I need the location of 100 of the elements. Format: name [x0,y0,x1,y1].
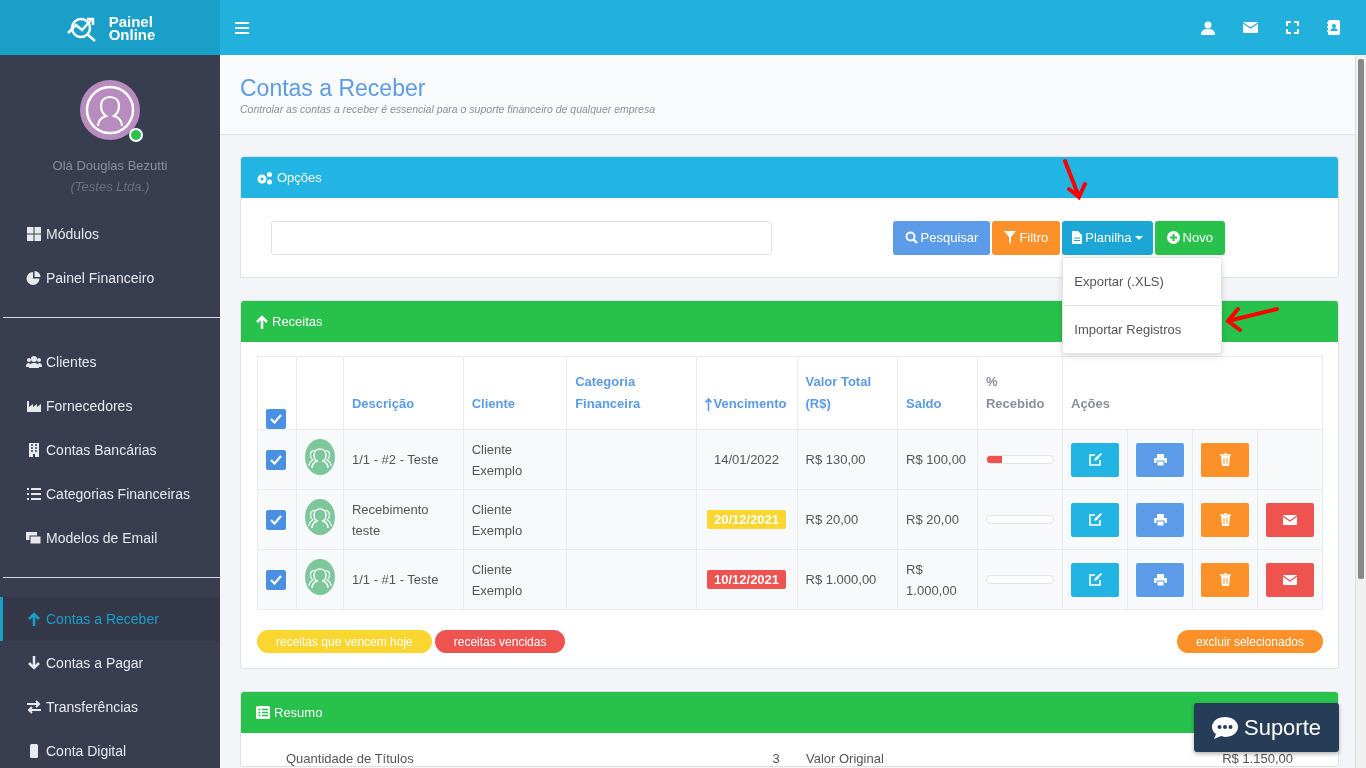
sidebar-item[interactable]: Modelos de Email [0,516,220,560]
search-icon [904,231,918,244]
users-icon [26,355,42,369]
list-icon [256,706,270,719]
envelope-icon[interactable] [1243,22,1258,33]
edit-button[interactable] [1071,442,1119,477]
caret-icon [1134,235,1143,240]
client-avatar-icon [304,558,335,595]
address-book-icon[interactable] [1327,20,1340,35]
client-avatar-icon [304,498,335,535]
filter-icon [1004,231,1017,244]
sidebar-item[interactable]: Conta Digital [0,729,220,768]
envelopes-icon [26,531,42,545]
sidebar-item[interactable]: Painel Financeiro [0,256,220,300]
printer-icon [1153,513,1167,526]
sidebar-item[interactable]: Fornecedores [0,384,220,428]
list-icon [26,487,42,501]
table-cell: R$ 1.000,00 [906,561,957,598]
table-cell: R$ 100,00 [906,452,967,467]
column-header: Ações [1071,395,1111,413]
summary-value: 3 [771,751,781,766]
delete-selected-button[interactable]: excluir selecionados [1176,630,1323,653]
panel-title: Resumo [274,705,323,720]
check-icon [270,514,282,525]
table-cell-text: 14/01/2022 [713,451,781,469]
search-button[interactable]: Pesquisar [892,220,991,255]
envelope-icon [1283,514,1297,525]
row-checkbox[interactable] [266,509,286,530]
plus-circle-icon [1166,231,1180,244]
column-header[interactable]: Descrição [351,393,415,415]
edit-icon [1088,573,1102,586]
arrow-down-icon [26,656,42,670]
edit-button[interactable] [1071,502,1119,537]
email-button[interactable] [1266,502,1314,537]
print-button[interactable] [1136,502,1184,537]
brand-name: Painel [108,14,153,28]
arrow-up-icon [256,314,268,329]
trash-icon [1219,513,1231,526]
page-subtitle: Controlar as contas a receber é essencial para o suporte financeiro de qualquer empresa [240,103,656,115]
print-button[interactable] [1136,562,1184,597]
document-icon [1072,231,1083,244]
building-icon [26,443,42,457]
select-all-checkbox[interactable] [266,409,286,429]
table-cell: R$ 130,00 [805,452,866,467]
filter-button[interactable]: Filtro [992,220,1061,255]
sidebar-item[interactable]: Contas Bancárias [0,428,220,472]
page-title: Contas a Receber [240,74,427,102]
scrollbar[interactable] [1355,55,1366,768]
sidebar-item[interactable]: Contas a Pagar [0,641,220,685]
brand-name: Online [108,27,156,41]
delete-button[interactable] [1201,562,1249,597]
delete-button[interactable] [1201,442,1249,477]
edit-button[interactable] [1071,562,1119,597]
email-button[interactable] [1266,562,1314,597]
edit-icon [1088,513,1102,526]
exchange-icon [26,700,42,714]
fullscreen-icon[interactable] [1286,21,1299,34]
grid-icon [26,227,42,241]
table-cell: R$ 1.000,00 [805,572,877,587]
user-greeting: Olá Douglas Bezutti [52,158,168,173]
sidebar-item[interactable]: Categorias Financeiras [0,472,220,516]
print-button[interactable] [1136,442,1184,477]
check-icon [270,454,282,465]
menu-item[interactable]: Importar Registros [1063,305,1222,353]
delete-button[interactable] [1201,502,1249,537]
table-cell: R$ 20,00 [906,512,959,527]
row-checkbox[interactable] [266,569,286,590]
edit-icon [1088,453,1102,466]
factory-icon [26,399,42,413]
new-button[interactable]: Novo [1154,220,1225,255]
annotation-arrow [1224,305,1280,333]
legend-pill[interactable]: receitas vencidas [434,630,566,653]
chat-icon [1211,716,1238,739]
sidebar-item[interactable]: Contas a Receber [0,597,220,641]
search-field[interactable] [271,220,772,255]
menu-icon[interactable] [235,21,249,34]
printer-icon [1153,573,1167,586]
user-icon[interactable] [1201,20,1215,35]
column-header[interactable]: Saldo [906,393,942,415]
row-checkbox[interactable] [266,449,286,470]
column-header: % Recebido [985,373,1046,413]
avatar-icon [80,80,140,140]
spreadsheet-dropdown-button[interactable]: Planilha [1062,220,1153,255]
support-button[interactable]: Suporte [1194,703,1339,752]
sidebar-item[interactable]: Clientes [0,340,220,384]
gears-icon [256,170,273,185]
menu-item[interactable]: Exportar (.XLS) [1063,257,1222,305]
summary-label: Valor Original [806,751,885,766]
table-cell: R$ 20,00 [805,512,859,527]
printer-icon [1153,453,1167,466]
trash-icon [1219,573,1231,586]
table-cell: Cliente Exemplo [471,561,523,598]
summary-value: R$ 1.150,00 [1221,751,1293,766]
arrow-up-icon [26,612,42,626]
table-cell: 1/1 - #1 - Teste [351,572,439,587]
sort-arrow-icon [704,397,712,411]
sidebar-item[interactable]: Transferências [0,685,220,729]
sidebar-item[interactable]: Módulos [0,212,220,256]
column-header[interactable]: Cliente [471,393,515,415]
due-date-badge: 20/12/2021 [707,510,787,529]
